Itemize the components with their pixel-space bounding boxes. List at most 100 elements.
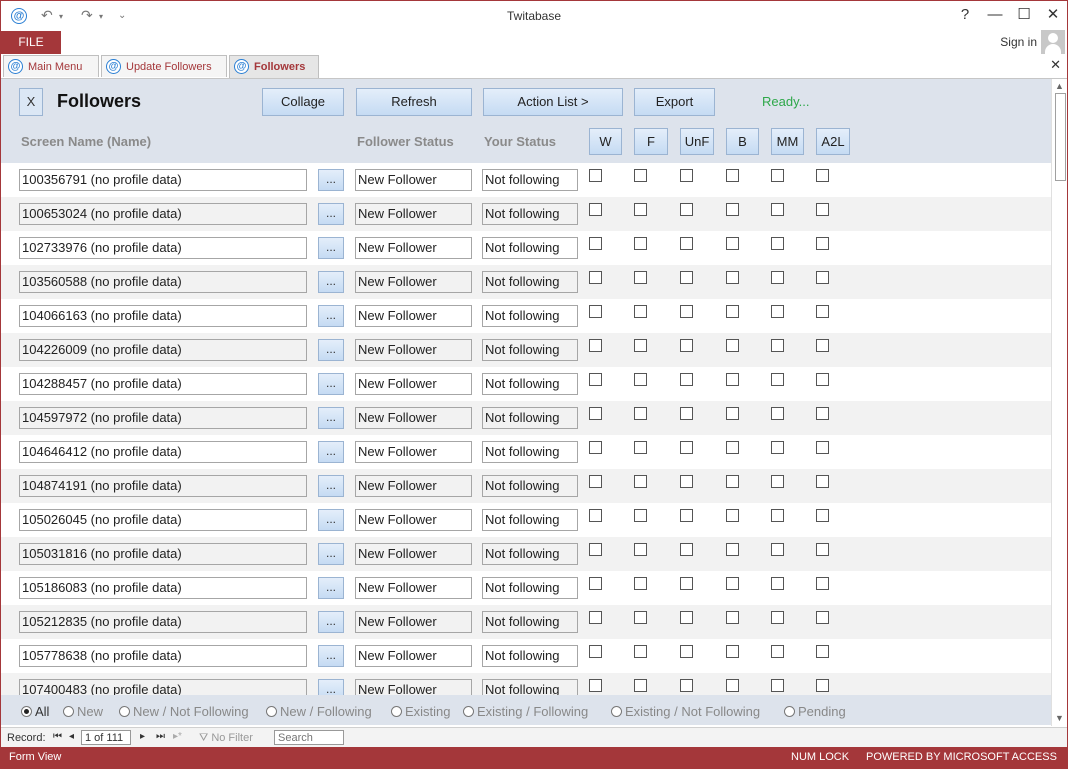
screen-name-field[interactable]: 105186083 (no profile data) [19,577,307,599]
flag-checkbox-w[interactable] [589,543,602,556]
flag-checkbox-a2l[interactable] [816,509,829,522]
flag-checkbox-f[interactable] [634,407,647,420]
flag-checkbox-f[interactable] [634,645,647,658]
flag-checkbox-a2l[interactable] [816,577,829,590]
action-list-button[interactable]: Action List > [483,88,623,116]
flag-checkbox-a2l[interactable] [816,271,829,284]
flag-checkbox-f[interactable] [634,543,647,556]
flag-checkbox-w[interactable] [589,645,602,658]
flag-checkbox-mm[interactable] [771,679,784,692]
sign-in-link[interactable]: Sign in [1000,35,1037,49]
follower-status-field[interactable]: New Follower [355,203,472,225]
flag-checkbox-w[interactable] [589,441,602,454]
no-filter-indicator[interactable]: ⛛ No Filter [199,732,253,745]
avatar[interactable] [1041,30,1065,54]
your-status-field[interactable]: Not following [482,237,578,259]
flag-checkbox-w[interactable] [589,373,602,386]
lookup-button[interactable]: ... [318,305,344,327]
your-status-field[interactable]: Not following [482,169,578,191]
lookup-button[interactable]: ... [318,679,344,695]
flag-checkbox-f[interactable] [634,305,647,318]
your-status-field[interactable]: Not following [482,543,578,565]
search-input[interactable] [274,730,344,745]
flag-checkbox-w[interactable] [589,509,602,522]
minimize-icon[interactable]: — [983,5,1007,25]
your-status-field[interactable]: Not following [482,645,578,667]
flag-checkbox-unf[interactable] [680,203,693,216]
flag-checkbox-b[interactable] [726,577,739,590]
filter-radio[interactable]: Pending [784,704,846,719]
flag-checkbox-b[interactable] [726,373,739,386]
flag-checkbox-unf[interactable] [680,373,693,386]
maximize-icon[interactable]: ☐ [1012,5,1036,25]
flag-checkbox-b[interactable] [726,237,739,250]
flag-checkbox-f[interactable] [634,373,647,386]
close-tab-icon[interactable]: ✕ [1050,57,1061,73]
flag-checkbox-f[interactable] [634,203,647,216]
filter-radio[interactable]: Existing / Not Following [611,704,760,719]
your-status-field[interactable]: Not following [482,509,578,531]
flag-checkbox-mm[interactable] [771,611,784,624]
flag-checkbox-unf[interactable] [680,543,693,556]
screen-name-field[interactable]: 104066163 (no profile data) [19,305,307,327]
filter-radio[interactable]: New / Not Following [119,704,249,719]
flag-checkbox-w[interactable] [589,577,602,590]
screen-name-field[interactable]: 103560588 (no profile data) [19,271,307,293]
flag-checkbox-b[interactable] [726,203,739,216]
screen-name-field[interactable]: 104226009 (no profile data) [19,339,307,361]
flag-checkbox-a2l[interactable] [816,373,829,386]
flag-checkbox-a2l[interactable] [816,611,829,624]
flag-checkbox-a2l[interactable] [816,339,829,352]
flag-checkbox-b[interactable] [726,407,739,420]
refresh-button[interactable]: Refresh [356,88,472,116]
flag-checkbox-a2l[interactable] [816,441,829,454]
flag-checkbox-a2l[interactable] [816,679,829,692]
follower-status-field[interactable]: New Follower [355,611,472,633]
flag-checkbox-f[interactable] [634,475,647,488]
follower-status-field[interactable]: New Follower [355,475,472,497]
follower-status-field[interactable]: New Follower [355,645,472,667]
follower-status-field[interactable]: New Follower [355,577,472,599]
lookup-button[interactable]: ... [318,543,344,565]
new-record-icon[interactable]: ▸* [173,731,182,742]
flag-checkbox-unf[interactable] [680,237,693,250]
filter-radio[interactable]: New / Following [266,704,372,719]
flag-checkbox-f[interactable] [634,237,647,250]
lookup-button[interactable]: ... [318,509,344,531]
flag-checkbox-w[interactable] [589,203,602,216]
lookup-button[interactable]: ... [318,373,344,395]
flag-checkbox-f[interactable] [634,339,647,352]
lookup-button[interactable]: ... [318,611,344,633]
flag-checkbox-f[interactable] [634,679,647,692]
flag-checkbox-mm[interactable] [771,577,784,590]
lookup-button[interactable]: ... [318,645,344,667]
close-window-icon[interactable]: ✕ [1041,5,1065,25]
flag-checkbox-a2l[interactable] [816,645,829,658]
flag-checkbox-mm[interactable] [771,441,784,454]
first-record-icon[interactable]: ⏮ [53,731,62,742]
scroll-thumb[interactable] [1055,93,1066,181]
flag-checkbox-mm[interactable] [771,373,784,386]
your-status-field[interactable]: Not following [482,373,578,395]
export-button[interactable]: Export [634,88,715,116]
screen-name-field[interactable]: 100356791 (no profile data) [19,169,307,191]
follower-status-field[interactable]: New Follower [355,339,472,361]
vertical-scrollbar[interactable]: ▲ ▼ [1051,79,1067,726]
collage-button[interactable]: Collage [262,88,344,116]
your-status-field[interactable]: Not following [482,305,578,327]
flag-checkbox-w[interactable] [589,339,602,352]
tab-update-followers[interactable]: @ Update Followers [101,55,227,77]
flag-checkbox-f[interactable] [634,271,647,284]
follower-status-field[interactable]: New Follower [355,373,472,395]
flag-checkbox-a2l[interactable] [816,203,829,216]
flag-checkbox-mm[interactable] [771,407,784,420]
flag-checkbox-mm[interactable] [771,339,784,352]
flag-checkbox-mm[interactable] [771,509,784,522]
lookup-button[interactable]: ... [318,441,344,463]
flag-checkbox-b[interactable] [726,611,739,624]
your-status-field[interactable]: Not following [482,203,578,225]
flag-checkbox-a2l[interactable] [816,169,829,182]
last-record-icon[interactable]: ⏭ [156,731,165,742]
filter-radio[interactable]: Existing / Following [463,704,588,719]
lookup-button[interactable]: ... [318,475,344,497]
